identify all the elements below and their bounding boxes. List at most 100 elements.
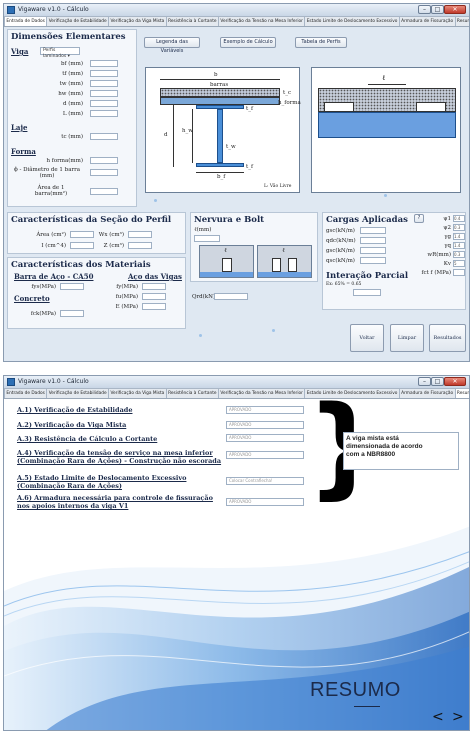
nervura-drawing-2: ℓ bbox=[257, 245, 312, 278]
field-label-fu: fu(MPa) bbox=[115, 294, 138, 300]
field-label-fct: fct f (MPa) bbox=[421, 270, 451, 276]
concreto-label: Concreto bbox=[14, 294, 50, 303]
input-bf[interactable] bbox=[90, 60, 118, 67]
maximize-button[interactable]: □ bbox=[431, 5, 444, 14]
input-tc[interactable] bbox=[90, 133, 118, 140]
input-diametro[interactable] bbox=[90, 169, 118, 176]
cargas-panel: Cargas Aplicadas ? gsc(kN/m) qdc(kN/m) g… bbox=[322, 212, 466, 310]
next-arrow-button[interactable]: > bbox=[452, 709, 464, 725]
input-e[interactable] bbox=[142, 303, 166, 310]
message-box: A viga mista está dimensionada de acordo… bbox=[343, 432, 459, 470]
input-psi1[interactable]: 0.4 bbox=[453, 215, 465, 222]
tab-estabilidade[interactable]: Verificação de Estabilidade bbox=[46, 16, 110, 26]
input-gamma-q[interactable]: 1.4 bbox=[453, 242, 465, 249]
result-title-a2: A.2) Verificação da Viga Mista bbox=[17, 421, 127, 429]
input-z[interactable] bbox=[128, 242, 152, 249]
input-lmm[interactable] bbox=[194, 235, 220, 242]
field-label-hforma: h forma(mm) bbox=[46, 158, 83, 164]
tab-bar: Entrada de Dados Verificação de Estabilid… bbox=[4, 16, 469, 27]
deck-l-label: ℓ bbox=[382, 74, 386, 82]
tab-resumo[interactable]: Resumo bbox=[454, 16, 469, 26]
input-interacao[interactable] bbox=[353, 289, 381, 296]
materiais-panel: Características dos Materiais Barra de A… bbox=[7, 257, 186, 329]
tab-viga-mista[interactable]: Verificação da Viga Mista bbox=[108, 16, 167, 26]
field-label-i: I (cm^4) bbox=[41, 243, 66, 249]
input-d[interactable] bbox=[90, 100, 118, 107]
result-title-a3: A.3) Resistência de Cálculo a Cortante bbox=[17, 435, 158, 443]
input-psi2[interactable]: 0.3 bbox=[453, 224, 465, 231]
laje-label: Laje bbox=[11, 123, 28, 132]
dim-hforma-label: h_forma bbox=[278, 100, 301, 106]
result-status-a1: APROVADO bbox=[226, 406, 304, 414]
concrete-slab bbox=[160, 88, 280, 97]
stud-2b bbox=[288, 258, 297, 272]
dim-tw-label: t_w bbox=[226, 144, 236, 150]
input-tf[interactable] bbox=[90, 70, 118, 77]
secao-title: Características da Seção do Perfil bbox=[11, 215, 172, 225]
exemplo-button[interactable]: Exemplo de Cálculo bbox=[220, 37, 276, 48]
deck-l-line bbox=[368, 84, 406, 85]
nervura-l-label-1: ℓ bbox=[224, 247, 227, 254]
input-wr[interactable]: 0.3 bbox=[453, 251, 465, 258]
input-i[interactable] bbox=[70, 242, 94, 249]
input-qdc[interactable] bbox=[360, 237, 386, 244]
forma-label: Forma bbox=[11, 147, 36, 156]
tab-fissuracao[interactable]: Armadura de Fissuração bbox=[398, 16, 456, 26]
input-hw[interactable] bbox=[90, 90, 118, 97]
input-gsc1[interactable] bbox=[360, 227, 386, 234]
tab-entrada-de-dados[interactable]: Entrada de Dados bbox=[4, 16, 48, 26]
field-label-e: E (MPa) bbox=[115, 304, 138, 310]
resumo-underline bbox=[354, 706, 380, 707]
field-label-wx: Wx (cm³) bbox=[98, 232, 124, 238]
input-wx[interactable] bbox=[128, 231, 152, 238]
resumo-heading: RESUMO bbox=[310, 679, 401, 701]
tab-deslocamento[interactable]: Estado Limite de Deslocamento Excessivo bbox=[304, 16, 400, 26]
decor-dot bbox=[154, 199, 157, 202]
dim-d-line bbox=[173, 105, 174, 167]
dim-bf-label: b_f bbox=[217, 174, 226, 180]
deck-rib-2 bbox=[416, 102, 446, 112]
field-label-z: Z (cm³) bbox=[103, 243, 124, 249]
legenda-button[interactable]: Legenda das Variáveis bbox=[144, 37, 200, 54]
input-gsc2[interactable] bbox=[360, 247, 386, 254]
input-area[interactable] bbox=[70, 231, 94, 238]
tabela-button[interactable]: Tabela de Perfis bbox=[295, 37, 347, 48]
field-label-gsc2: gsc(kN/m) bbox=[326, 248, 355, 254]
field-label-psi2: ψ2 bbox=[443, 225, 451, 231]
input-fck[interactable] bbox=[60, 310, 84, 317]
steel-deck bbox=[160, 97, 280, 105]
tab-tensao-mesa[interactable]: Verificação da Tensão na Mesa Inferior bbox=[217, 16, 306, 26]
tab-cortante[interactable]: Resistência à Cortante bbox=[165, 16, 219, 26]
input-fys[interactable] bbox=[60, 283, 84, 290]
field-label-qdc: qdc(kN/m) bbox=[326, 238, 356, 244]
minimize-button[interactable]: – bbox=[418, 5, 431, 14]
input-qrd[interactable] bbox=[214, 293, 248, 300]
dim-d-label: d bbox=[164, 132, 168, 138]
input-fu[interactable] bbox=[142, 293, 166, 300]
close-button[interactable]: ✕ bbox=[444, 5, 466, 14]
input-l[interactable] bbox=[90, 110, 118, 117]
deck-rib-1 bbox=[324, 102, 354, 112]
dim-hw-line bbox=[192, 109, 193, 163]
input-kv[interactable]: 5 bbox=[453, 260, 465, 267]
prev-arrow-button[interactable]: < bbox=[432, 709, 444, 725]
field-label-gsc1: gsc(kN/m) bbox=[326, 228, 355, 234]
input-tw[interactable] bbox=[90, 80, 118, 87]
field-label-fy: fy(MPa) bbox=[116, 284, 138, 290]
field-label-hw: hw (mm) bbox=[58, 91, 83, 97]
nervura-drawing-1: ℓ bbox=[199, 245, 254, 278]
input-fy[interactable] bbox=[142, 283, 166, 290]
dim-b-label: b bbox=[214, 72, 218, 78]
resultados-button[interactable]: Resultados bbox=[429, 324, 466, 352]
input-area-barra[interactable] bbox=[90, 188, 118, 195]
profile-select[interactable]: Perfis laminados ▾ bbox=[40, 47, 80, 59]
input-gamma-g[interactable]: 1.4 bbox=[453, 233, 465, 240]
result-status-a4: APROVADO bbox=[226, 451, 304, 459]
limpar-button[interactable]: Limpar bbox=[390, 324, 424, 352]
input-hforma[interactable] bbox=[90, 157, 118, 164]
voltar-button[interactable]: Voltar bbox=[350, 324, 384, 352]
dim-b-line bbox=[160, 79, 280, 80]
message-text: A viga mista está dimensionada de acordo… bbox=[346, 435, 423, 458]
input-fct[interactable] bbox=[453, 269, 465, 276]
input-qsc[interactable] bbox=[360, 257, 386, 264]
